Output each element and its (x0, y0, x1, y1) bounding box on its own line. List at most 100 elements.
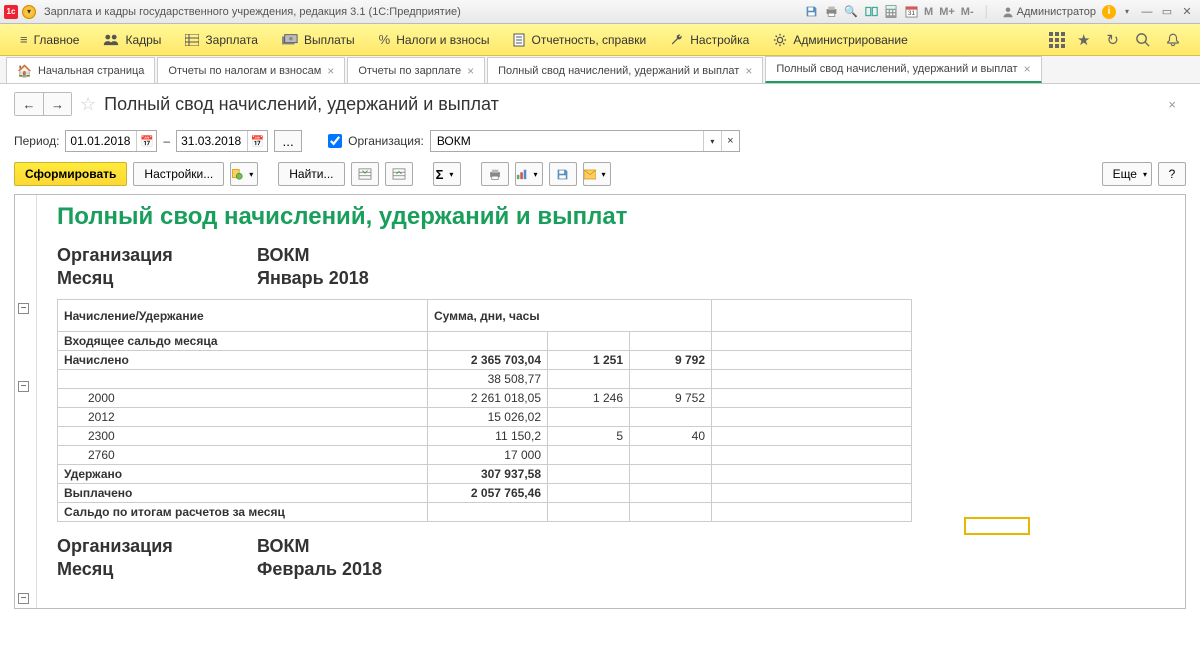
date-from-input[interactable] (66, 134, 136, 148)
close-icon[interactable]: × (745, 64, 752, 78)
tab-svod-2[interactable]: Полный свод начислений, удержаний и выпл… (765, 56, 1041, 83)
col-accrual: Начисление/Удержание (58, 300, 428, 332)
user-icon (1002, 6, 1014, 18)
clear-icon[interactable]: × (721, 131, 739, 151)
app-logo-icon: 1c (4, 5, 18, 19)
titlebar: 1c ▾ Зарплата и кадры государственного у… (0, 0, 1200, 24)
date-to-field[interactable]: 📅 (176, 130, 268, 152)
calculator-icon[interactable] (882, 3, 900, 21)
favorite-star-icon[interactable]: ☆ (80, 94, 96, 115)
user-box[interactable]: Администратор (998, 6, 1100, 18)
date-from-field[interactable]: 📅 (65, 130, 157, 152)
user-name: Администратор (1017, 6, 1096, 18)
maximize-button[interactable]: ▭ (1158, 3, 1176, 21)
org-input[interactable] (431, 134, 703, 148)
tree-collapse-3[interactable]: − (18, 593, 29, 604)
more-button[interactable]: Еще▾ (1102, 162, 1152, 186)
report-body[interactable]: Полный свод начислений, удержаний и выпл… (37, 195, 1185, 608)
svg-text:31: 31 (907, 10, 915, 17)
menu-nalogi[interactable]: %Налоги и взносы (367, 24, 502, 56)
preview-icon[interactable]: 🔍 (842, 3, 860, 21)
close-icon[interactable]: × (327, 64, 334, 78)
menu-admin[interactable]: Администрирование (761, 24, 919, 56)
menu-nastroyka[interactable]: Настройка (658, 24, 761, 56)
search-icon[interactable] (1131, 32, 1154, 47)
settings-button[interactable]: Настройки... (133, 162, 224, 186)
history-icon[interactable]: ↻ (1102, 31, 1123, 49)
sum-button[interactable]: Σ▾ (433, 162, 461, 186)
gear-icon (773, 33, 787, 47)
divider: │ (978, 3, 996, 21)
help-button[interactable]: ? (1158, 162, 1186, 186)
org-field[interactable]: ▾ × (430, 130, 740, 152)
minimize-button[interactable]: — (1138, 3, 1156, 21)
menu-vyplaty[interactable]: Выплаты (270, 24, 367, 56)
star-icon[interactable]: ★ (1073, 31, 1094, 49)
memory-m-button[interactable]: M (922, 6, 935, 18)
titlebar-actions: 🔍 31 M M+ M- │ Администратор i ▾ — ▭ ✕ (802, 3, 1196, 21)
close-icon[interactable]: × (467, 64, 474, 78)
home-icon: 🏠 (17, 64, 32, 78)
report-toolbar: Сформировать Настройки... ▾ Найти... Σ▾ … (0, 158, 1200, 194)
org-value: ВОКМ (257, 245, 310, 266)
toolbar-right: Еще▾ ? (1102, 162, 1186, 186)
info-icon[interactable]: i (1102, 5, 1116, 19)
forward-button[interactable]: → (43, 93, 71, 115)
window-title: Зарплата и кадры государственного учрежд… (44, 6, 461, 18)
org-label-2: Организация (57, 536, 257, 557)
tree-collapse-2[interactable]: − (18, 381, 29, 392)
tree-collapse-1[interactable]: − (18, 303, 29, 314)
bell-icon[interactable] (1162, 32, 1184, 47)
collapse-button[interactable] (385, 162, 413, 186)
compare-icon[interactable] (862, 3, 880, 21)
month-value: Январь 2018 (257, 268, 369, 289)
menu-main[interactable]: ≡Главное (8, 24, 91, 56)
calendar-icon[interactable]: 📅 (247, 131, 267, 151)
back-button[interactable]: ← (15, 93, 43, 115)
page-close-button[interactable]: × (1168, 97, 1186, 112)
find-button[interactable]: Найти... (278, 162, 344, 186)
variant-button[interactable]: ▾ (230, 162, 258, 186)
month-label: Месяц (57, 268, 257, 289)
col-sum: Сумма, дни, часы (428, 300, 712, 332)
tab-home[interactable]: 🏠Начальная страница (6, 57, 155, 83)
document-icon (513, 33, 525, 47)
menu-zarplata[interactable]: Зарплата (173, 24, 270, 56)
date-to-input[interactable] (177, 134, 247, 148)
generate-button[interactable]: Сформировать (14, 162, 127, 186)
save-icon[interactable] (802, 3, 820, 21)
org-label: Организация: (348, 134, 424, 148)
money-icon (282, 34, 298, 46)
expand-button[interactable] (351, 162, 379, 186)
tab-tax-reports[interactable]: Отчеты по налогам и взносам× (157, 57, 345, 83)
month-value-2: Февраль 2018 (257, 559, 382, 580)
dropdown-arrow-icon[interactable]: ▾ (22, 5, 36, 19)
nav-buttons: ← → (14, 92, 72, 116)
period-picker-button[interactable]: ... (274, 130, 302, 152)
tab-svod-1[interactable]: Полный свод начислений, удержаний и выпл… (487, 57, 763, 83)
org-checkbox[interactable] (328, 134, 342, 148)
calendar-icon[interactable]: 📅 (136, 131, 156, 151)
save-report-button[interactable] (549, 162, 577, 186)
table-icon (185, 34, 199, 46)
memory-mplus-button[interactable]: M+ (937, 6, 957, 18)
chart-button[interactable]: ▾ (515, 162, 543, 186)
dash: – (163, 134, 170, 148)
dropdown-icon[interactable]: ▾ (703, 131, 721, 151)
wrench-icon (670, 33, 684, 47)
params-row: Период: 📅 – 📅 ... Организация: ▾ × (0, 124, 1200, 158)
print-icon[interactable] (822, 3, 840, 21)
org-label: Организация (57, 245, 257, 266)
apps-grid-icon[interactable] (1049, 32, 1065, 48)
calendar-icon[interactable]: 31 (902, 3, 920, 21)
titlebar-left: 1c ▾ Зарплата и кадры государственного у… (4, 5, 461, 19)
menu-otchet[interactable]: Отчетность, справки (501, 24, 658, 56)
mail-button[interactable]: ▾ (583, 162, 611, 186)
dropdown-icon[interactable]: ▾ (1118, 3, 1136, 21)
close-window-button[interactable]: ✕ (1178, 3, 1196, 21)
memory-mminus-button[interactable]: M- (959, 6, 976, 18)
print-button[interactable] (481, 162, 509, 186)
tab-salary-reports[interactable]: Отчеты по зарплате× (347, 57, 485, 83)
menu-kadry[interactable]: Кадры (91, 24, 173, 56)
close-icon[interactable]: × (1024, 62, 1031, 76)
